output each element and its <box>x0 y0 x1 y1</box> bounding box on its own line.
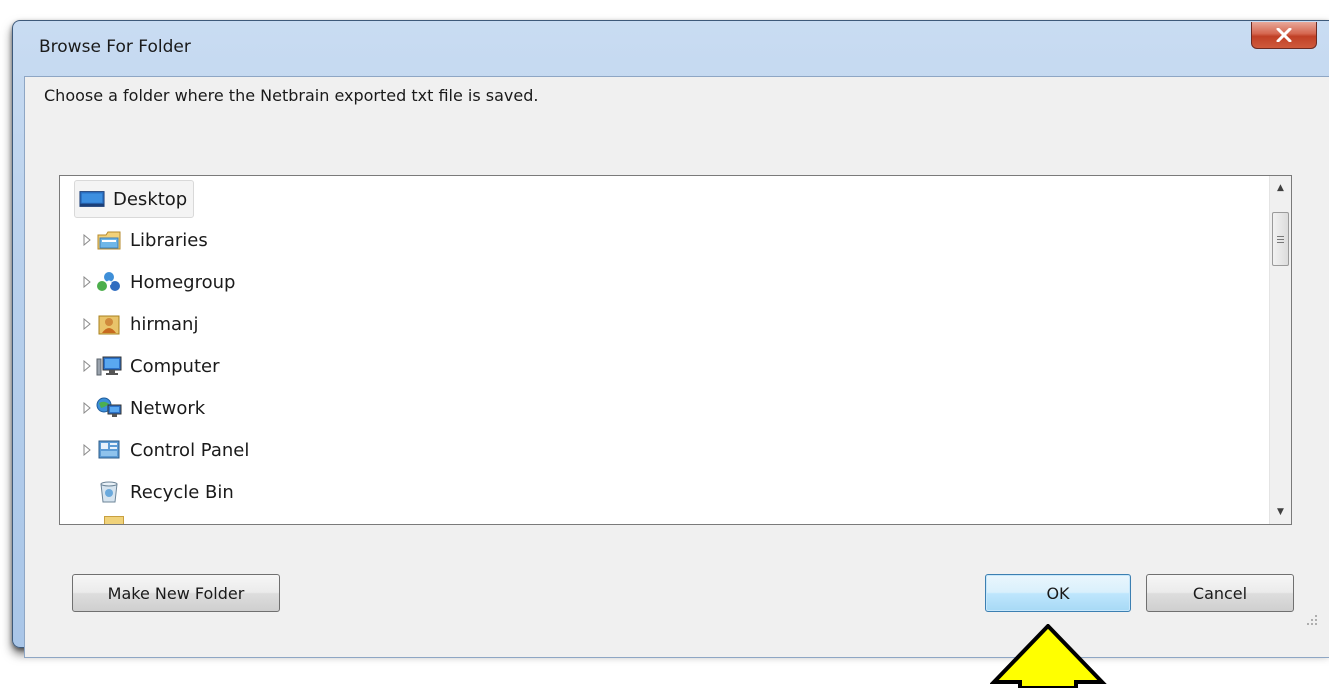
tree-item-label: Network <box>130 397 206 419</box>
up-arrow-icon <box>990 624 1107 688</box>
scroll-down-icon[interactable]: ▼ <box>1270 502 1291 522</box>
user-folder-icon <box>96 312 122 336</box>
network-icon <box>96 396 122 420</box>
close-button[interactable] <box>1251 22 1317 49</box>
tree-item-label: Desktop <box>113 188 188 210</box>
expand-arrow-icon[interactable] <box>82 359 92 373</box>
tree-item-control-panel[interactable]: Control Panel <box>82 432 249 468</box>
control-panel-icon <box>96 438 122 462</box>
tree-item-label: Libraries <box>130 229 208 251</box>
tree-item-homegroup[interactable]: Homegroup <box>82 264 235 300</box>
tree-item-label: Control Panel <box>130 439 250 461</box>
tree-item-label: Computer <box>130 355 220 377</box>
vertical-scrollbar[interactable]: ▲ ▼ <box>1269 176 1291 524</box>
tree-item-label: hirmanj <box>130 313 199 335</box>
homegroup-icon <box>96 270 122 294</box>
partial-folder-icon <box>104 516 124 524</box>
expand-arrow-icon[interactable] <box>82 275 92 289</box>
instruction-text: Choose a folder where the Netbrain expor… <box>44 86 539 105</box>
ok-button[interactable]: OK <box>985 574 1131 612</box>
window-title: Browse For Folder <box>39 37 191 57</box>
desktop-icon <box>79 187 105 211</box>
tree-item-hirmanj[interactable]: hirmanj <box>82 306 198 342</box>
tree-item-desktop[interactable]: Desktop <box>74 180 195 218</box>
tree-item-label: Recycle Bin <box>130 481 234 503</box>
tree-item-recycle-bin[interactable]: Recycle Bin <box>96 474 234 510</box>
recycle-bin-icon <box>96 480 122 504</box>
close-icon <box>1276 28 1292 42</box>
tree-item-computer[interactable]: Computer <box>82 348 219 384</box>
expand-arrow-icon[interactable] <box>82 317 92 331</box>
grip-icon <box>1277 238 1284 240</box>
libraries-icon <box>96 228 122 252</box>
resize-grip-icon[interactable] <box>1306 614 1318 626</box>
expand-arrow-icon[interactable] <box>82 233 92 247</box>
folder-tree[interactable]: Desktop Libraries Homegroup hirmanj Comp… <box>59 175 1292 525</box>
computer-icon <box>96 354 122 378</box>
expand-arrow-icon[interactable] <box>82 401 92 415</box>
cancel-button[interactable]: Cancel <box>1146 574 1294 612</box>
scroll-thumb[interactable] <box>1272 212 1289 266</box>
tree-item-libraries[interactable]: Libraries <box>82 222 208 258</box>
tree-item-network[interactable]: Network <box>82 390 205 426</box>
tree-item-label: Homegroup <box>130 271 236 293</box>
expand-arrow-icon[interactable] <box>82 443 92 457</box>
scroll-up-icon[interactable]: ▲ <box>1270 178 1291 198</box>
make-new-folder-button[interactable]: Make New Folder <box>72 574 280 612</box>
